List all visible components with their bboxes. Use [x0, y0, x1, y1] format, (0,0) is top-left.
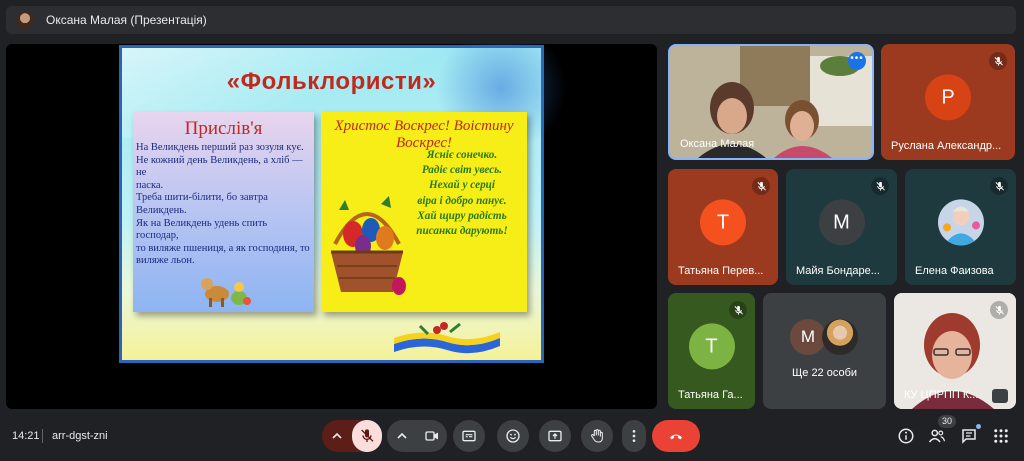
chevron-up-icon	[332, 432, 342, 439]
participant-tile-oksana[interactable]: ••• Оксана Малая	[668, 44, 874, 160]
participant-avatar: Т	[688, 323, 735, 370]
proverb-line: На Великдень перший раз зозуля кує.	[136, 142, 304, 153]
captions-icon	[462, 430, 476, 442]
participant-avatar: Т	[700, 199, 746, 246]
emoji-reactions-button[interactable]	[497, 420, 529, 452]
participant-tile-elena[interactable]: Елена Фаизова	[905, 169, 1016, 285]
more-participants-tile[interactable]: М Ще 22 особи	[763, 293, 886, 409]
meeting-code: arr-dgst-zni	[52, 430, 108, 442]
participant-name: Татьяна Га...	[678, 389, 743, 401]
greeting-panel: Христос Воскрес! Воістину Воскрес! Ясніє…	[321, 112, 527, 312]
meeting-details-button[interactable]	[895, 425, 917, 447]
video-options-button[interactable]	[387, 420, 417, 452]
mic-off-icon	[871, 177, 889, 195]
mic-off-icon	[990, 301, 1008, 319]
tile-options-icon[interactable]: •••	[848, 52, 866, 70]
proverb-line: паска.	[136, 179, 164, 191]
participant-tile-tatyana-g[interactable]: Т Татьяна Га...	[668, 293, 755, 409]
more-participants-avatars: М	[790, 319, 858, 355]
people-button[interactable]	[926, 425, 948, 447]
greeting-title: Христос Воскрес! Воістину Воскрес!	[334, 118, 514, 151]
participant-avatar: М	[790, 319, 826, 355]
poem-text: Ясніє сонечко. Радіє світ увесь. Нехай у…	[403, 148, 521, 239]
participant-avatar	[937, 199, 984, 246]
captions-button[interactable]	[453, 420, 485, 452]
camera-icon	[425, 431, 438, 441]
participant-name: Майя Бондаре...	[796, 265, 880, 277]
fawn-illustration	[201, 278, 251, 307]
proverb-line: Треба шити-білити, бо завтра	[136, 192, 268, 204]
mic-off-icon	[361, 429, 374, 442]
poem-line: Радіє світ увесь.	[421, 164, 503, 177]
camera-group	[387, 420, 447, 452]
ribbon-decoration	[394, 322, 500, 354]
mic-off-icon	[752, 177, 770, 195]
poem-line: Ясніє сонечко.	[426, 149, 498, 161]
participant-tile-ruslana[interactable]: Р Руслана Александр...	[881, 44, 1015, 160]
chat-icon	[962, 429, 976, 444]
presentation-title: Оксана Малая (Презентація)	[46, 13, 207, 27]
microphone-group	[322, 420, 382, 452]
control-bar: 14:21 arr-dgst-zni 30	[0, 415, 1024, 461]
proverbs-text: На Великдень перший раз зозуля кує. Не к…	[133, 140, 314, 268]
proverb-line: то виляже пшениця, а як господиня, то	[136, 242, 310, 254]
raise-hand-icon	[591, 429, 603, 443]
chat-notification-dot	[976, 424, 981, 429]
participant-tile-tatyana-p[interactable]: Т Татьяна Перев...	[668, 169, 778, 285]
divider	[42, 429, 43, 443]
slide: «Фольклористи» Прислів'я На Великдень пе…	[119, 44, 571, 363]
participant-tile-maya[interactable]: М Майя Бондаре...	[786, 169, 897, 285]
audio-options-button[interactable]	[322, 420, 352, 452]
participant-count-badge: 30	[938, 415, 956, 428]
easter-basket-illustration	[331, 196, 406, 295]
participant-avatar: Р	[925, 74, 971, 121]
emoji-icon	[506, 429, 520, 443]
presenter-avatar	[16, 11, 34, 29]
chevron-up-icon	[397, 432, 407, 439]
activities-button[interactable]	[990, 425, 1012, 447]
participant-name: Елена Фаизова	[915, 265, 994, 277]
proverb-line: Великдень.	[136, 204, 187, 216]
poem-line: віра і добро панує.	[417, 194, 507, 207]
participant-name: Оксана Малая	[680, 138, 755, 150]
present-icon	[548, 430, 562, 442]
clock: 14:21	[12, 430, 40, 442]
pin-icon[interactable]	[992, 389, 1008, 403]
people-icon	[928, 429, 946, 443]
apps-icon	[994, 429, 1008, 443]
participant-tile-ku[interactable]: КУ ЦПРПП К...	[894, 293, 1016, 409]
end-call-icon	[670, 434, 682, 440]
presentation-header: Оксана Малая (Презентація)	[6, 6, 1016, 34]
participant-name: Руслана Александр...	[891, 140, 1002, 152]
slide-title: «Фольклористи»	[226, 68, 437, 95]
participant-name: КУ ЦПРПП К...	[904, 389, 979, 401]
participant-name: Татьяна Перев...	[678, 265, 764, 277]
poem-line: Нехай у серці	[428, 179, 496, 192]
participant-avatar	[822, 319, 858, 355]
more-participants-label: Ще 22 особи	[791, 367, 858, 379]
end-call-button[interactable]	[652, 420, 700, 452]
camera-toggle-button[interactable]	[417, 420, 447, 452]
poem-line: писанки дарують!	[416, 225, 508, 238]
raise-hand-button[interactable]	[581, 420, 613, 452]
meet-window: Оксана Малая (Презентація) «Фольклористи…	[0, 0, 1024, 461]
mic-off-icon	[989, 52, 1007, 70]
mic-toggle-button[interactable]	[352, 420, 382, 452]
proverb-line: Не кожний день Великдень, а хліб — не	[136, 154, 303, 179]
proverb-line: виляже льон.	[136, 255, 195, 267]
presentation-view[interactable]: «Фольклористи» Прислів'я На Великдень пе…	[6, 44, 657, 409]
proverb-line: Як на Великдень удень спить господар,	[136, 217, 268, 242]
mic-off-icon	[729, 301, 747, 319]
more-vert-icon	[632, 430, 636, 442]
proverbs-panel: Прислів'я На Великдень перший раз зозуля…	[133, 112, 314, 312]
info-icon	[898, 428, 914, 444]
mic-off-icon	[990, 177, 1008, 195]
present-button[interactable]	[539, 420, 571, 452]
proverbs-title: Прислів'я	[184, 118, 263, 139]
more-options-button[interactable]	[622, 420, 646, 452]
participant-avatar: М	[818, 199, 865, 246]
poem-line: Хай щиру радість	[417, 209, 507, 222]
